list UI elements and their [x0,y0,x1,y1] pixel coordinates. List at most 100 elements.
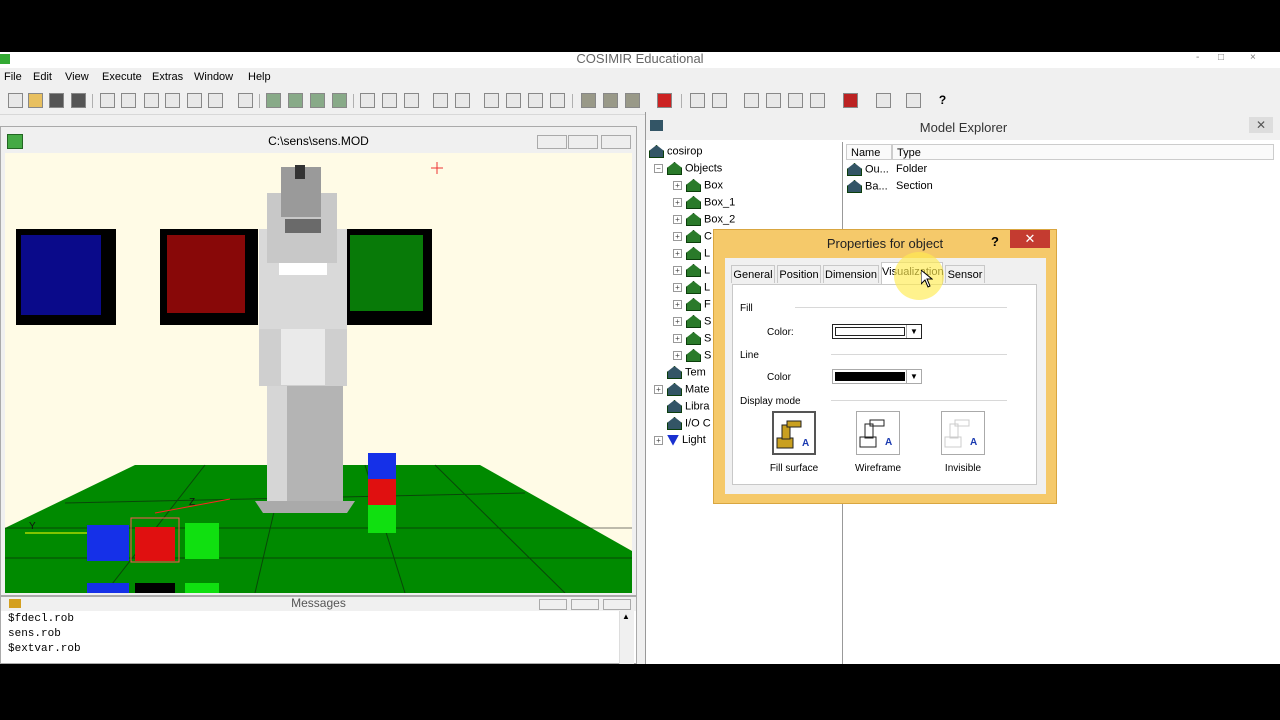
object-icon [686,315,701,328]
stop-icon[interactable] [657,93,672,108]
model-view-2-icon[interactable] [766,93,781,108]
view-minimize-button[interactable] [537,135,567,149]
model-view-1-icon[interactable] [744,93,759,108]
robot-teach-icon[interactable] [288,93,303,108]
invisible-button[interactable]: A [941,411,985,455]
undo-icon[interactable] [165,93,180,108]
line-color-select[interactable]: ▼ [832,369,922,384]
model-view-3-icon[interactable] [788,93,803,108]
messages-restore-button[interactable] [571,599,599,610]
robot-run-icon[interactable] [310,93,325,108]
messages-close-button[interactable] [603,599,631,610]
rotate-view-icon[interactable] [433,93,448,108]
3d-scene-canvas[interactable]: Y Z [5,153,632,593]
camera-icon[interactable] [506,93,521,108]
column-header-type[interactable]: Type [892,144,1274,160]
tab-sensor[interactable]: Sensor [945,265,985,283]
axis-yz-icon[interactable] [404,93,419,108]
properties-icon[interactable] [876,93,891,108]
tree-item-partial[interactable]: + C [673,230,712,243]
help-button[interactable]: ? [991,234,999,249]
messages-minimize-button[interactable] [539,599,567,610]
menu-window[interactable]: Window [194,71,233,83]
menu-edit[interactable]: Edit [33,71,52,83]
dialog-close-button[interactable]: ✕ [1010,230,1050,248]
copy-icon[interactable] [121,93,136,108]
list-row[interactable]: Ba... [847,180,888,193]
redo-icon[interactable] [187,93,202,108]
fill-surface-button[interactable]: A [772,411,816,455]
menu-file[interactable]: File [4,71,22,83]
menu-help[interactable]: Help [248,71,271,83]
scroll-up-icon[interactable]: ▲ [622,612,630,621]
tree-item-lights[interactable]: + Light [654,434,706,446]
save-icon[interactable] [49,93,64,108]
tree-item-io[interactable]: I/O C [667,417,711,430]
tree-item-libraries[interactable]: Libra [667,400,709,413]
search-object-icon[interactable] [906,93,921,108]
minimize-button[interactable]: - [1196,52,1199,63]
chevron-down-icon[interactable]: ▼ [906,370,921,383]
column-header-name[interactable]: Name [846,144,892,160]
tree-item-partial[interactable]: + S [673,315,711,328]
save-all-icon[interactable] [71,93,86,108]
robot-gripper-icon[interactable] [581,93,596,108]
expand-icon[interactable]: + [654,385,663,394]
tree-item-partial[interactable]: + F [673,298,711,311]
menu-execute[interactable]: Execute [102,71,142,83]
tab-dimension[interactable]: Dimension [823,265,879,283]
chevron-down-icon[interactable]: ▼ [906,325,921,338]
tree-item-materials[interactable]: + Mate [654,383,709,396]
list-row[interactable]: Ou... [847,163,889,176]
tree-item-box-1[interactable]: + Box_1 [673,196,735,209]
robot-step-icon[interactable] [332,93,347,108]
tree-item-partial[interactable]: + S [673,349,711,362]
axis-xz-icon[interactable] [382,93,397,108]
explorer-close-button[interactable]: ✕ [1249,117,1273,133]
list-view-icon[interactable] [528,93,543,108]
robot-sensor-icon[interactable] [625,93,640,108]
tree-item-partial[interactable]: + S [673,332,711,345]
restore-button[interactable]: □ [1218,52,1224,63]
find-icon[interactable] [208,93,223,108]
tab-position[interactable]: Position [777,265,821,283]
object-icon [686,247,701,260]
pan-view-icon[interactable] [455,93,470,108]
collapse-icon[interactable]: − [654,164,663,173]
tree-item-partial[interactable]: + L [673,281,710,294]
model-view-4-icon[interactable] [810,93,825,108]
menu-view[interactable]: View [65,71,89,83]
context-help-icon[interactable]: ? [935,93,950,108]
open-file-icon[interactable] [28,93,43,108]
expand-icon[interactable]: + [673,181,682,190]
io-panel-icon[interactable] [843,93,858,108]
view-close-button[interactable] [601,135,631,149]
tree-objects[interactable]: − Objects [654,162,722,175]
expand-icon[interactable]: + [673,215,682,224]
menu-extras[interactable]: Extras [152,71,183,83]
tree-item-templates[interactable]: Tem [667,366,706,379]
tree-item-partial[interactable]: + L [673,264,710,277]
expand-icon[interactable]: + [654,435,663,445]
tree-item-partial[interactable]: + L [673,247,710,260]
fill-color-select[interactable]: ▼ [832,324,922,339]
tree-item-box-2[interactable]: + Box_2 [673,213,735,226]
angle-icon[interactable] [712,93,727,108]
new-file-icon[interactable] [8,93,23,108]
measure-icon[interactable] [690,93,705,108]
tree-root[interactable]: cosirop [649,145,702,158]
axis-xy-icon[interactable] [360,93,375,108]
tab-general[interactable]: General [731,265,775,283]
expand-icon[interactable]: + [673,198,682,207]
grid-view-icon[interactable] [550,93,565,108]
view-restore-button[interactable] [568,135,598,149]
paste-icon[interactable] [144,93,159,108]
zoom-view-icon[interactable] [484,93,499,108]
robot-tool-icon[interactable] [603,93,618,108]
wireframe-button[interactable]: A [856,411,900,455]
tree-item-box[interactable]: + Box [673,179,723,192]
robot-move-icon[interactable] [266,93,281,108]
close-button[interactable]: × [1250,52,1256,63]
print-icon[interactable] [238,93,253,108]
cut-icon[interactable] [100,93,115,108]
